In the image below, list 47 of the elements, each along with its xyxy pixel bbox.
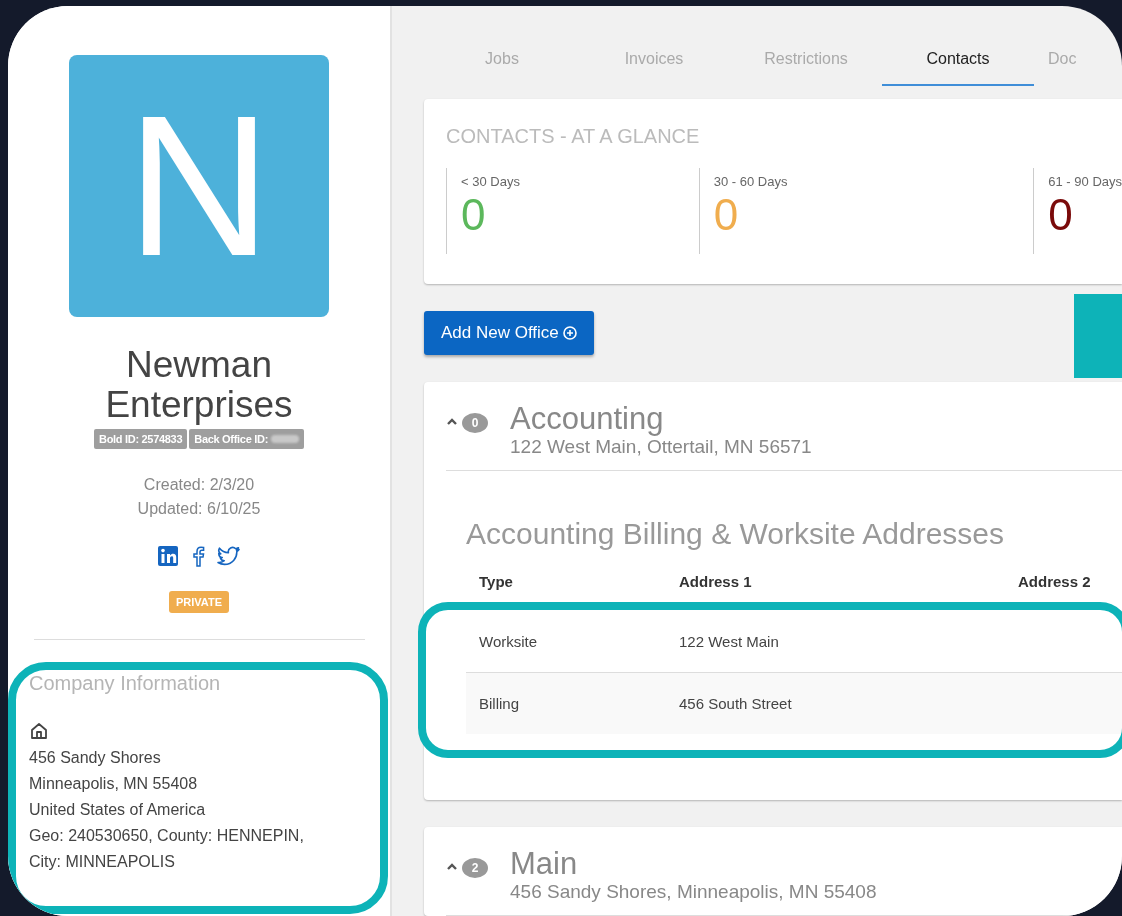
address-line: Geo: 240530650, County: HENNEPIN, [29,826,305,846]
add-office-button[interactable]: Add New Office [424,311,594,355]
tab[interactable]: Contacts [882,6,1034,86]
stat-value: 0 [1048,189,1074,241]
column-header: Address 1 [678,573,753,590]
plus-circle-icon [562,326,577,340]
company-name: Newman Enterprises [104,345,294,425]
office-address: 122 West Main, Ottertail, MN 56571 [510,436,812,458]
stat-label: 30 - 60 Days [713,174,789,189]
stat-label: < 30 Days [461,174,521,189]
chevron-icon[interactable] [446,416,458,426]
office-name: Accounting [510,402,665,436]
created-date: Created: 2/3/20 [143,475,255,495]
twitter-icon[interactable] [217,545,241,567]
linkedin-icon[interactable] [157,545,179,567]
stat-label: 61 - 90 Days [1048,174,1122,189]
company-logo: N [69,55,329,317]
stat-value: 0 [713,189,740,241]
office-address: 456 Sandy Shores, Minneapolis, MN 55408 [510,881,877,903]
tab[interactable]: Restrictions [730,6,882,86]
column-header: Type [478,573,514,590]
section-title: Accounting Billing & Worksite Addresses [466,517,1006,551]
id-tag: Bold ID: 2574833 [94,429,188,449]
table-cell-text: 456 South Street [678,695,792,712]
private-badge: PRIVATE [168,591,229,613]
count-badge: 0 [462,413,488,433]
table-cell-text: Billing [478,695,521,712]
tab[interactable]: Invoices [578,6,730,86]
count-badge: 2 [462,858,488,878]
tab[interactable]: Jobs [426,6,578,86]
office-name: Main [510,847,579,881]
id-tag: Back Office ID: [189,429,304,449]
tab[interactable]: Doc [1034,6,1081,86]
section-title: Company Information [29,672,222,695]
stat-value: 0 [461,189,487,241]
address-line: United States of America [29,800,207,820]
home-icon [29,721,49,741]
facebook-icon[interactable] [191,545,205,567]
card-title: CONTACTS - AT A GLANCE [446,125,701,148]
address-line: City: MINNEAPOLIS [29,852,176,872]
column-header: Address 2 [1017,573,1091,590]
address-line: 456 Sandy Shores [29,748,162,768]
table-cell-text: 122 West Main [678,633,779,650]
table-cell-text: Worksite [478,633,539,650]
address-line: Minneapolis, MN 55408 [29,774,199,794]
updated-date: Updated: 6/10/25 [137,499,261,519]
chevron-icon[interactable] [446,861,458,871]
